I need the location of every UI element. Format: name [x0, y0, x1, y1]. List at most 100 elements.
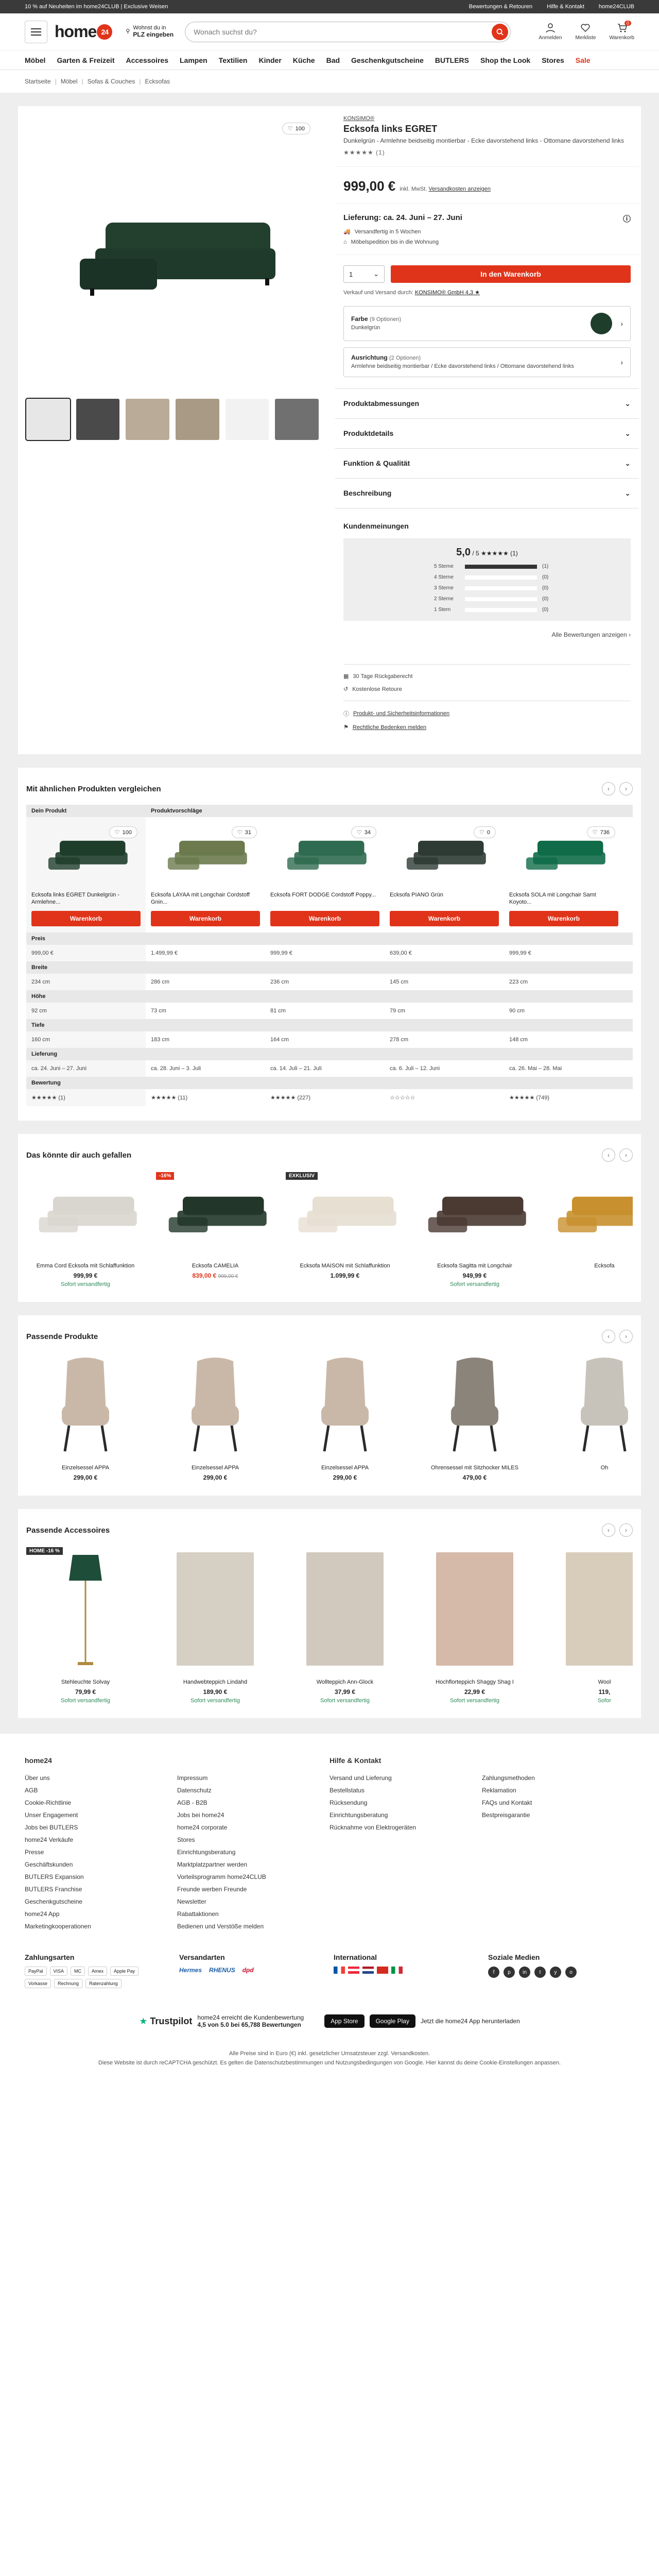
product-main-image[interactable]: ♡ 100: [26, 114, 319, 393]
footer-link[interactable]: Newsletter: [177, 1895, 330, 1908]
breadcrumb-item[interactable]: Sofas & Couches: [88, 78, 135, 85]
prev-arrow-icon[interactable]: ‹: [602, 1330, 615, 1343]
info-icon[interactable]: ⓘ: [623, 213, 631, 224]
add-to-cart-button[interactable]: In den Warenkorb: [391, 265, 631, 283]
thumbnail[interactable]: [176, 399, 219, 440]
trustpilot-logo[interactable]: ★ Trustpilot: [139, 2016, 192, 2027]
club-link[interactable]: home24CLUB: [599, 4, 634, 10]
all-reviews-link[interactable]: Alle Bewertungen anzeigen ›: [343, 621, 631, 649]
product-tile[interactable]: HOME -16 % Stehleuchte Solvay 79,99 € Sofor…: [26, 1547, 145, 1704]
footer-link[interactable]: home24 Verkäufe: [25, 1834, 177, 1846]
thumbnail[interactable]: [126, 399, 170, 440]
quantity-select[interactable]: 1 ⌄: [343, 265, 385, 283]
breadcrumb-item[interactable]: Möbel: [61, 78, 78, 85]
footer-link[interactable]: Datenschutz: [177, 1784, 330, 1797]
footer-link[interactable]: Presse: [25, 1846, 177, 1858]
prev-arrow-icon[interactable]: ‹: [602, 1148, 615, 1162]
rating-row[interactable]: 1 Stern (0): [352, 607, 622, 613]
footer-link[interactable]: Bedienen und Verstöße melden: [177, 1920, 330, 1933]
breadcrumb-item[interactable]: Ecksofas: [145, 78, 170, 85]
product-tile[interactable]: Oh: [545, 1353, 633, 1481]
social-icon[interactable]: o: [565, 1967, 577, 1978]
thumbnail[interactable]: [25, 398, 71, 441]
flag-nl-icon[interactable]: [362, 1967, 374, 1974]
footer-link[interactable]: Rücknahme von Elektrogeräten: [330, 1821, 482, 1834]
shipping-cost-link[interactable]: Versandkosten anzeigen: [428, 186, 490, 192]
product-tile[interactable]: Einzelsessel APPA 299,00 €: [286, 1353, 404, 1481]
social-icon[interactable]: p: [504, 1967, 515, 1978]
product-tile[interactable]: Handwebteppich Lindahd 189,90 € Sofort ver…: [156, 1547, 274, 1704]
nav-item[interactable]: Shop the Look: [480, 56, 530, 64]
location-selector[interactable]: ⚲ Wohnst du in PLZ eingeben: [126, 25, 174, 39]
rating-row[interactable]: 2 Sterne (0): [352, 596, 622, 602]
compare-product-name[interactable]: Ecksofa FORT DODGE Cordstoff Poppy...: [270, 891, 379, 906]
nav-item[interactable]: Kinder: [258, 56, 281, 64]
search-button[interactable]: [492, 23, 509, 40]
wishlist-toggle[interactable]: ♡ 100: [282, 123, 310, 134]
footer-link[interactable]: Marketingkooperationen: [25, 1920, 177, 1933]
product-tile[interactable]: Emma Cord Ecksofa mit Schlaffunktion 999,…: [26, 1172, 145, 1287]
compare-product-image[interactable]: ♡ 736: [509, 823, 618, 885]
compare-product-image[interactable]: ♡ 0: [390, 823, 499, 885]
accordion-function[interactable]: Funktion & Qualität ⌄: [335, 449, 639, 479]
nav-item[interactable]: BUTLERS: [435, 56, 469, 64]
footer-link[interactable]: home24 corporate: [177, 1821, 330, 1834]
next-arrow-icon[interactable]: ›: [619, 1148, 633, 1162]
footer-link[interactable]: Jobs bei home24: [177, 1809, 330, 1821]
compare-product-name[interactable]: Ecksofa PIANO Grün: [390, 891, 499, 906]
footer-link[interactable]: Impressum: [177, 1772, 330, 1784]
nav-item[interactable]: Accessoires: [126, 56, 168, 64]
alignment-option[interactable]: Ausrichtung (2 Optionen) Armlehne beidsei…: [343, 347, 631, 377]
social-icon[interactable]: in: [519, 1967, 530, 1978]
social-icon[interactable]: f: [488, 1967, 499, 1978]
footer-link[interactable]: Bestellstatus: [330, 1784, 482, 1797]
account-button[interactable]: Anmelden: [539, 23, 562, 41]
compare-product-name[interactable]: Ecksofa LAYAA mit Longchair Cordstoff Gn…: [151, 891, 260, 906]
product-tile[interactable]: Ohrensessel mit Sitzhocker MILES 479,00 €: [415, 1353, 534, 1481]
product-tile[interactable]: Ecksofa Sagitta mit Longchair 949,99 € Sof…: [415, 1172, 534, 1287]
next-arrow-icon[interactable]: ›: [619, 1523, 633, 1537]
app-store-button[interactable]: App Store: [324, 2014, 365, 2028]
footer-link[interactable]: AGB: [25, 1784, 177, 1797]
nav-item[interactable]: Möbel: [25, 56, 45, 64]
wishlist-button[interactable]: Merkliste: [575, 23, 596, 41]
nav-item[interactable]: Lampen: [180, 56, 207, 64]
reviews-link[interactable]: Bewertungen & Retouren: [469, 4, 533, 10]
product-tile[interactable]: -16% Ecksofa CAMELIA 839,00 € 999,00 €: [156, 1172, 274, 1287]
footer-link[interactable]: Jobs bei BUTLERS: [25, 1821, 177, 1834]
flag-it-icon[interactable]: [391, 1967, 403, 1974]
product-tile[interactable]: Wool 119, Sofor: [545, 1547, 633, 1704]
nav-item-sale[interactable]: Sale: [576, 56, 591, 64]
promo-text[interactable]: 10 % auf Neuheiten im home24CLUB | Exclu…: [25, 4, 168, 10]
cart-button[interactable]: 0 Warenkorb: [609, 21, 634, 41]
compare-product-image[interactable]: ♡ 34: [270, 823, 379, 885]
footer-link[interactable]: Einrichtungsberatung: [330, 1809, 482, 1821]
search-input[interactable]: [194, 27, 492, 36]
nav-item[interactable]: Bad: [326, 56, 340, 64]
logo[interactable]: home 24: [55, 22, 113, 41]
nav-item[interactable]: Garten & Freizeit: [57, 56, 114, 64]
thumbnail[interactable]: [76, 399, 120, 440]
product-tile[interactable]: Hochflorteppich Shaggy Shag I 22,99 € Sofo…: [415, 1547, 534, 1704]
product-tile[interactable]: Einzelsessel APPA 299,00 €: [156, 1353, 274, 1481]
rating-row[interactable]: 4 Sterne (0): [352, 574, 622, 580]
footer-link[interactable]: Cookie-Richtlinie: [25, 1797, 177, 1809]
footer-link[interactable]: Stores: [177, 1834, 330, 1846]
social-icon[interactable]: y: [550, 1967, 561, 1978]
brand-link[interactable]: KONSIMO®: [343, 115, 635, 122]
next-arrow-icon[interactable]: ›: [619, 1330, 633, 1343]
flag-at-icon[interactable]: [348, 1967, 359, 1974]
footer-link[interactable]: Rücksendung: [330, 1797, 482, 1809]
footer-link[interactable]: Geschäftskunden: [25, 1858, 177, 1871]
flag-fr-icon[interactable]: [334, 1967, 345, 1974]
next-arrow-icon[interactable]: ›: [619, 782, 633, 795]
rating-stars[interactable]: ★★★★★ (1): [343, 149, 635, 156]
accordion-details[interactable]: Produktdetails ⌄: [335, 419, 639, 449]
rating-row[interactable]: 3 Sterne (0): [352, 585, 622, 591]
flag-ch-icon[interactable]: [377, 1967, 388, 1974]
color-option[interactable]: Farbe (9 Optionen) Dunkelgrün ›: [343, 306, 631, 341]
accordion-description[interactable]: Beschreibung ⌄: [335, 479, 639, 509]
footer-link[interactable]: Bestpreisgarantie: [482, 1809, 634, 1821]
rating-row[interactable]: 5 Sterne (1): [352, 564, 622, 569]
footer-link[interactable]: Vorteilsprogramm home24CLUB: [177, 1871, 330, 1883]
